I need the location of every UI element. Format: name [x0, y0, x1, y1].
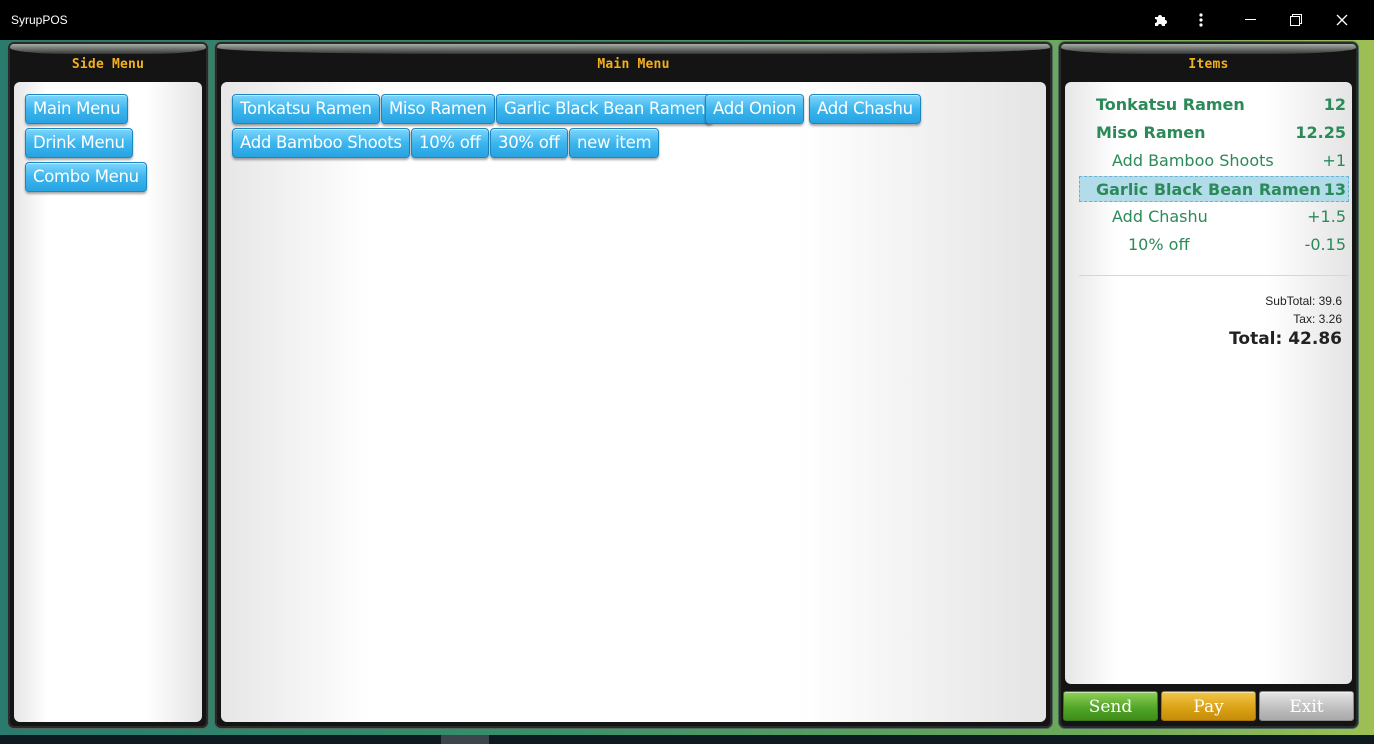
order-line[interactable]: Add Chashu +1.5: [1079, 204, 1349, 230]
side-menu-panel: Side Menu Main Menu Drink Menu Combo Men…: [8, 42, 208, 728]
pay-button[interactable]: Pay: [1161, 691, 1256, 721]
ten-percent-off-button[interactable]: 10% off: [411, 128, 489, 158]
order-line-price: -0.15: [1304, 235, 1346, 254]
order-line[interactable]: 10% off -0.15: [1079, 232, 1349, 258]
add-onion-button[interactable]: Add Onion: [705, 94, 805, 124]
order-line-selected[interactable]: Garlic Black Bean Ramen 13: [1079, 176, 1349, 202]
order-line-price: +1: [1322, 151, 1346, 170]
taskbar-tab[interactable]: [441, 735, 489, 744]
title-bar: SyrupPOS: [0, 0, 1374, 40]
close-icon[interactable]: [1320, 0, 1364, 40]
send-button[interactable]: Send: [1063, 691, 1158, 721]
garlic-black-bean-ramen-button[interactable]: Garlic Black Bean Ramen: [496, 94, 714, 124]
order-line-price: +1.5: [1307, 207, 1346, 226]
tax-text: Tax: 3.26: [1293, 312, 1342, 326]
main-menu-body: Tonkatsu Ramen Miso Ramen Garlic Black B…: [221, 82, 1046, 722]
order-line-name: Miso Ramen: [1096, 123, 1206, 142]
total-text: Total: 42.86: [1229, 329, 1342, 349]
app-title: SyrupPOS: [11, 13, 68, 27]
exit-button[interactable]: Exit: [1259, 691, 1354, 721]
order-line-price: 13: [1323, 180, 1346, 199]
subtotal-text: SubTotal: 39.6: [1265, 294, 1342, 308]
order-line-name: Add Bamboo Shoots: [1112, 151, 1274, 170]
tonkatsu-ramen-button[interactable]: Tonkatsu Ramen: [232, 94, 380, 124]
side-menu-title: Side Menu: [71, 57, 145, 72]
side-menu-combo-menu-button[interactable]: Combo Menu: [25, 162, 147, 192]
minimize-icon[interactable]: [1228, 0, 1272, 40]
main-menu-panel: Main Menu Tonkatsu Ramen Miso Ramen Garl…: [215, 42, 1052, 728]
order-line[interactable]: Add Bamboo Shoots +1: [1079, 148, 1349, 174]
order-line-name: 10% off: [1128, 235, 1190, 254]
order-line-name: Garlic Black Bean Ramen: [1096, 180, 1321, 199]
order-line[interactable]: Miso Ramen 12.25: [1079, 120, 1349, 146]
items-body: Tonkatsu Ramen 12 Miso Ramen 12.25 Add B…: [1065, 82, 1352, 684]
add-bamboo-shoots-button[interactable]: Add Bamboo Shoots: [232, 128, 410, 158]
order-line-price: 12.25: [1295, 123, 1346, 142]
taskbar-strip: [0, 735, 1374, 744]
restore-icon[interactable]: [1274, 0, 1318, 40]
items-title: Items: [1188, 57, 1229, 72]
extensions-icon[interactable]: [1139, 0, 1183, 40]
miso-ramen-button[interactable]: Miso Ramen: [381, 94, 495, 124]
side-menu-body: Main Menu Drink Menu Combo Menu: [14, 82, 202, 722]
thirty-percent-off-button[interactable]: 30% off: [490, 128, 568, 158]
side-menu-main-menu-button[interactable]: Main Menu: [25, 94, 129, 124]
new-item-button[interactable]: new item: [569, 128, 660, 158]
side-menu-drink-menu-button[interactable]: Drink Menu: [25, 128, 133, 158]
items-panel: Items Tonkatsu Ramen 12 Miso Ramen 12.25…: [1059, 42, 1358, 728]
order-line-name: Add Chashu: [1112, 207, 1208, 226]
main-menu-title: Main Menu: [597, 57, 670, 72]
more-options-icon[interactable]: [1179, 0, 1223, 40]
order-line-name: Tonkatsu Ramen: [1096, 95, 1245, 114]
order-line[interactable]: Tonkatsu Ramen 12: [1079, 92, 1349, 118]
order-line-price: 12: [1323, 95, 1346, 114]
divider: [1079, 275, 1349, 276]
add-chashu-button[interactable]: Add Chashu: [809, 94, 921, 124]
